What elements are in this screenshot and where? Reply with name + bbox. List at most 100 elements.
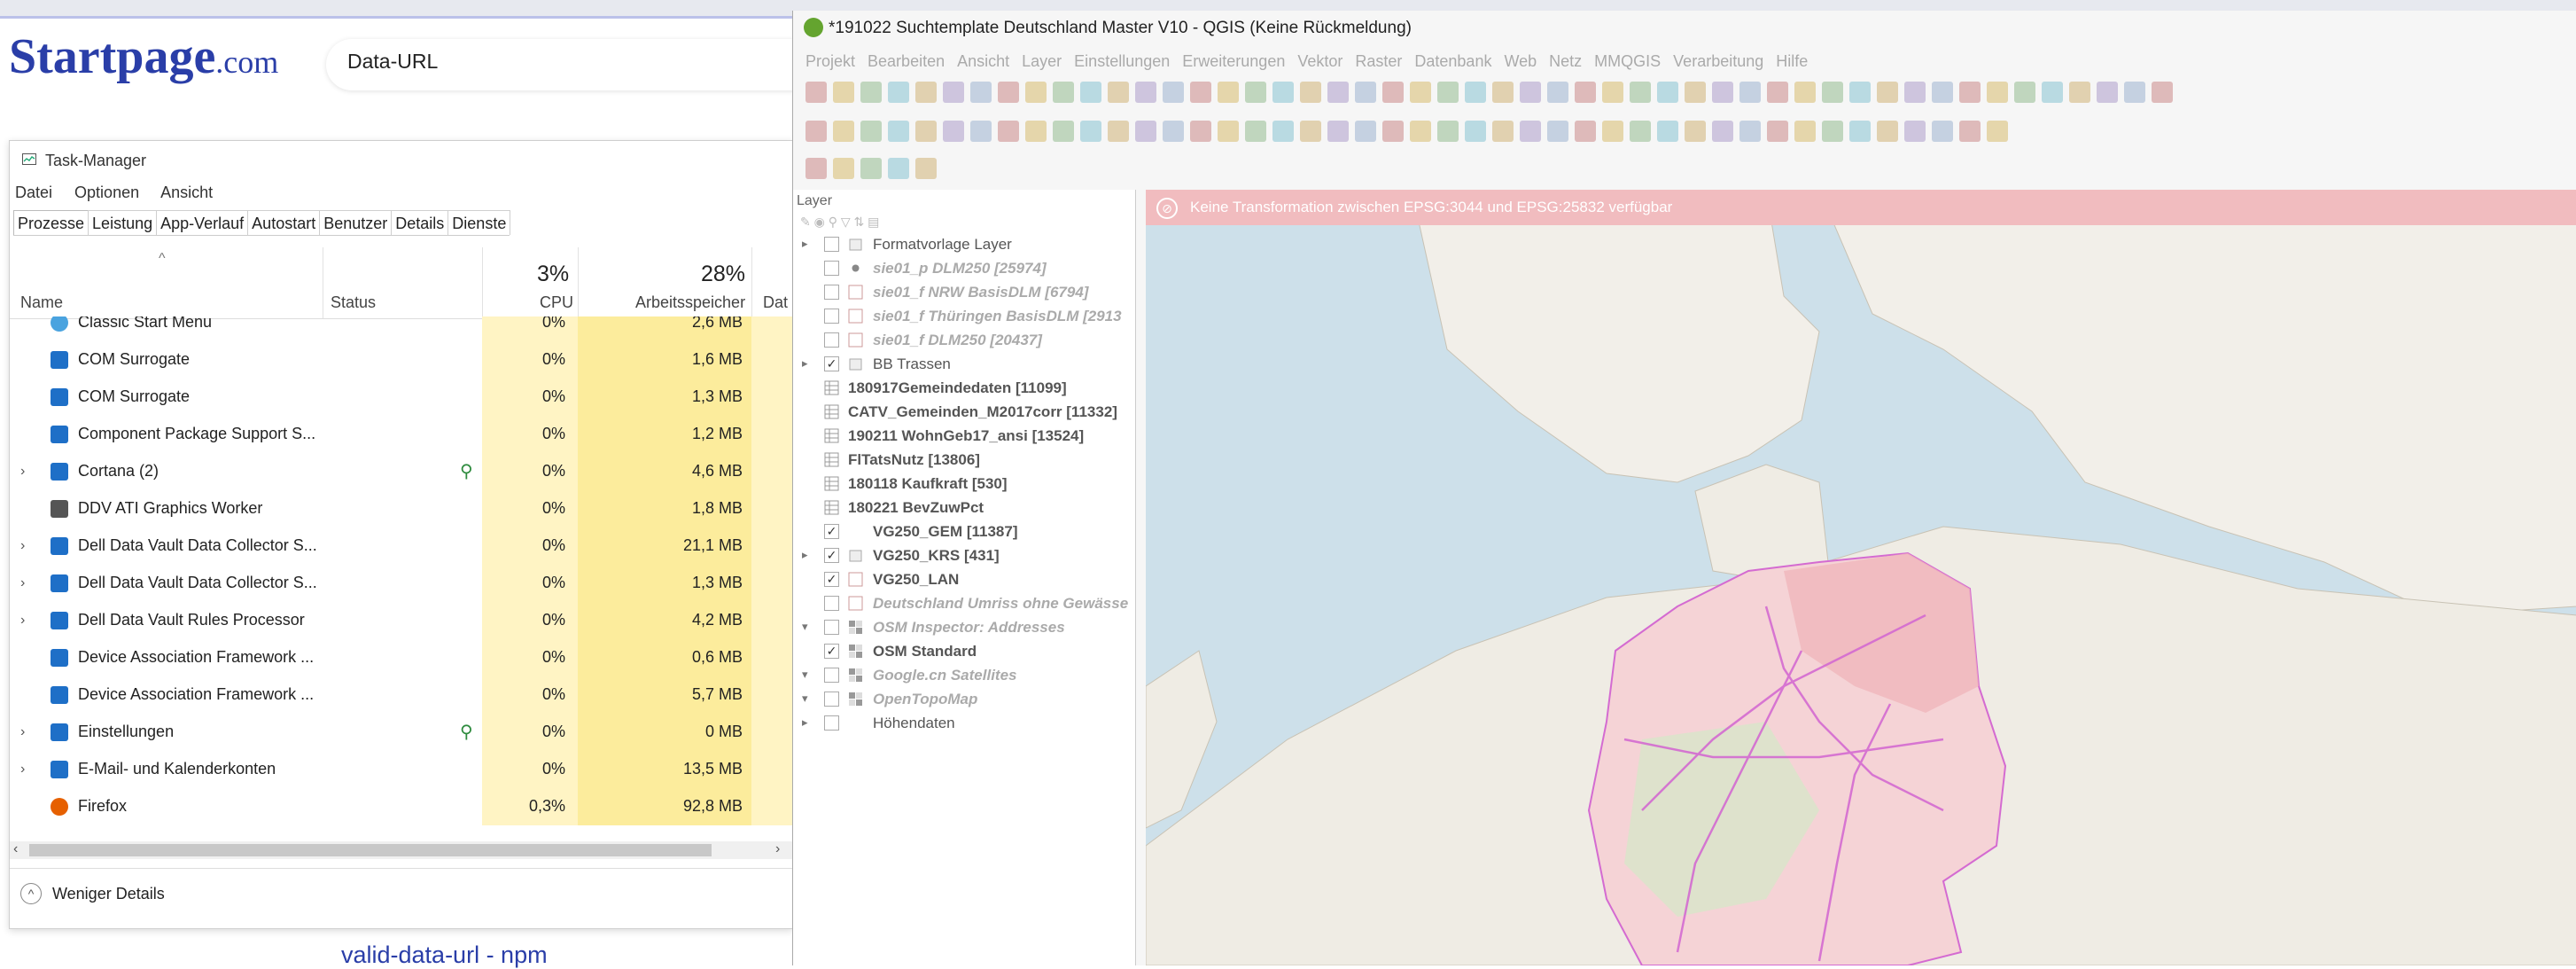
toolbar-button-icon[interactable] [915,158,937,179]
layer-item[interactable]: ▸ Höhendaten [793,713,1135,736]
tab-prozesse[interactable]: Prozesse [13,210,89,235]
menu-item[interactable]: Netz [1549,52,1582,70]
layer-item[interactable]: sie01_f Thüringen BasisDLM [2913 [793,306,1135,329]
toolbar-button-icon[interactable] [915,82,937,103]
toolbar-button-icon[interactable] [1437,82,1459,103]
menu-item[interactable]: Bearbeiten [868,52,945,70]
toolbar-button-icon[interactable] [1712,82,1733,103]
process-row[interactable]: Device Association Framework ... 0% 5,7 MB [10,676,792,714]
toolbar-button-icon[interactable] [1190,82,1211,103]
toolbar-button-icon[interactable] [2124,82,2145,103]
toolbar-button-icon[interactable] [1465,82,1486,103]
toolbar-button-icon[interactable] [1959,121,1981,142]
toolbar-button-icon[interactable] [998,82,1019,103]
column-name[interactable]: Name [20,293,63,312]
toolbar-button-icon[interactable] [998,121,1019,142]
toolbar-button-icon[interactable] [1300,82,1321,103]
toolbar-button-icon[interactable] [1602,82,1623,103]
toolbar-button-icon[interactable] [1904,82,1926,103]
expand-chevron-icon[interactable]: › [20,464,25,480]
toolbar-button-icon[interactable] [1382,82,1404,103]
toolbar-button-icon[interactable] [1437,121,1459,142]
layer-item[interactable]: ▾ OSM Inspector: Addresses [793,617,1135,640]
column-disk[interactable]: Dat [763,293,788,312]
layer-visibility-checkbox[interactable] [824,715,839,731]
layer-item[interactable]: CATV_Gemeinden_M2017corr [11332] [793,402,1135,425]
toolbar-button-icon[interactable] [1657,82,1678,103]
toolbar-button-icon[interactable] [860,82,882,103]
toolbar-button-icon[interactable] [1190,121,1211,142]
menu-item[interactable]: Web [1504,52,1537,70]
process-row[interactable]: Device Association Framework ... 0% 0,6 MB [10,639,792,676]
process-row[interactable]: › Dell Data Vault Rules Processor 0% 4,2 MB [10,602,792,639]
scrollbar-thumb[interactable] [29,844,712,856]
toolbar-button-icon[interactable] [860,121,882,142]
toolbar-button-icon[interactable] [915,121,937,142]
startpage-logo[interactable]: Startpage.com [9,28,278,90]
menu-item[interactable]: Vektor [1297,52,1342,70]
menu-item[interactable]: Hilfe [1776,52,1808,70]
toolbar-button-icon[interactable] [1053,82,1074,103]
expand-chevron-icon[interactable]: › [20,762,25,778]
toolbar-button-icon[interactable] [1135,82,1156,103]
layer-item[interactable]: ✓ VG250_GEM [11387] [793,521,1135,544]
toolbar-button-icon[interactable] [1575,82,1596,103]
toolbar-button-icon[interactable] [888,158,909,179]
layer-visibility-checkbox[interactable] [824,596,839,611]
toolbar-button-icon[interactable] [970,121,992,142]
expand-arrow-icon[interactable]: ▾ [802,692,808,706]
process-row[interactable]: DDV ATI Graphics Worker 0% 1,8 MB [10,490,792,527]
expand-arrow-icon[interactable]: ▸ [802,548,808,562]
process-row[interactable]: COM Surrogate 0% 1,6 MB [10,341,792,379]
layer-item[interactable]: FlTatsNutz [13806] [793,449,1135,473]
toolbar-button-icon[interactable] [1108,121,1129,142]
toolbar-button-icon[interactable] [1410,121,1431,142]
layer-visibility-checkbox[interactable] [824,261,839,276]
chevron-up-circle-icon[interactable]: ^ [20,883,42,904]
layer-item[interactable]: ▸ Formatvorlage Layer [793,234,1135,257]
layer-item[interactable]: 190211 WohnGeb17_ansi [13524] [793,426,1135,449]
toolbar-button-icon[interactable] [1849,121,1871,142]
toolbar-button-icon[interactable] [1712,121,1733,142]
toolbar-button-icon[interactable] [2014,82,2035,103]
toolbar-button-icon[interactable] [1272,121,1294,142]
process-row[interactable]: Component Package Support S... 0% 1,2 MB [10,416,792,453]
toolbar-button-icon[interactable] [1245,82,1266,103]
expand-arrow-icon[interactable]: ▾ [802,668,808,682]
layer-visibility-checkbox[interactable] [824,620,839,635]
layer-item[interactable]: sie01_p DLM250 [25974] [793,258,1135,281]
toolbar-button-icon[interactable] [943,82,964,103]
search-result-link[interactable]: valid-data-url - npm [341,942,548,969]
process-row[interactable]: › E-Mail- und Kalenderkonten 0% 13,5 MB [10,751,792,788]
tab-dienste[interactable]: Dienste [447,210,511,235]
menu-item[interactable]: MMQGIS [1594,52,1661,70]
toolbar-button-icon[interactable] [805,82,827,103]
toolbar-button-icon[interactable] [1520,121,1541,142]
map-canvas[interactable] [1146,190,2576,965]
toolbar-button-icon[interactable] [833,158,854,179]
qgis-window[interactable]: *191022 Suchtemplate Deutschland Master … [792,11,2576,965]
expand-arrow-icon[interactable]: ▾ [802,620,808,634]
process-row[interactable]: › Dell Data Vault Data Collector S... 0% 21… [10,527,792,565]
layer-visibility-checkbox[interactable] [824,237,839,252]
toolbar-button-icon[interactable] [1739,82,1761,103]
column-cpu[interactable]: CPU [540,293,573,312]
toolbar-button-icon[interactable] [1575,121,1596,142]
toolbar-button-icon[interactable] [1877,121,1898,142]
toolbar-button-icon[interactable] [1932,121,1953,142]
fewer-details-button[interactable]: Weniger Details [52,885,165,903]
toolbar-button-icon[interactable] [1300,121,1321,142]
toolbar-button-icon[interactable] [1822,121,1843,142]
horizontal-scrollbar[interactable]: ‹ › [10,841,792,859]
expand-chevron-icon[interactable]: › [20,613,25,629]
toolbar-button-icon[interactable] [1739,121,1761,142]
toolbar-button-icon[interactable] [1987,121,2008,142]
layer-item[interactable]: sie01_f NRW BasisDLM [6794] [793,282,1135,305]
toolbar-button-icon[interactable] [1025,82,1047,103]
layer-visibility-checkbox[interactable]: ✓ [824,524,839,539]
toolbar-button-icon[interactable] [1080,121,1101,142]
layer-visibility-checkbox[interactable] [824,332,839,348]
toolbar-button-icon[interactable] [1163,82,1184,103]
process-row[interactable]: COM Surrogate 0% 1,3 MB [10,379,792,416]
layer-visibility-checkbox[interactable]: ✓ [824,356,839,371]
